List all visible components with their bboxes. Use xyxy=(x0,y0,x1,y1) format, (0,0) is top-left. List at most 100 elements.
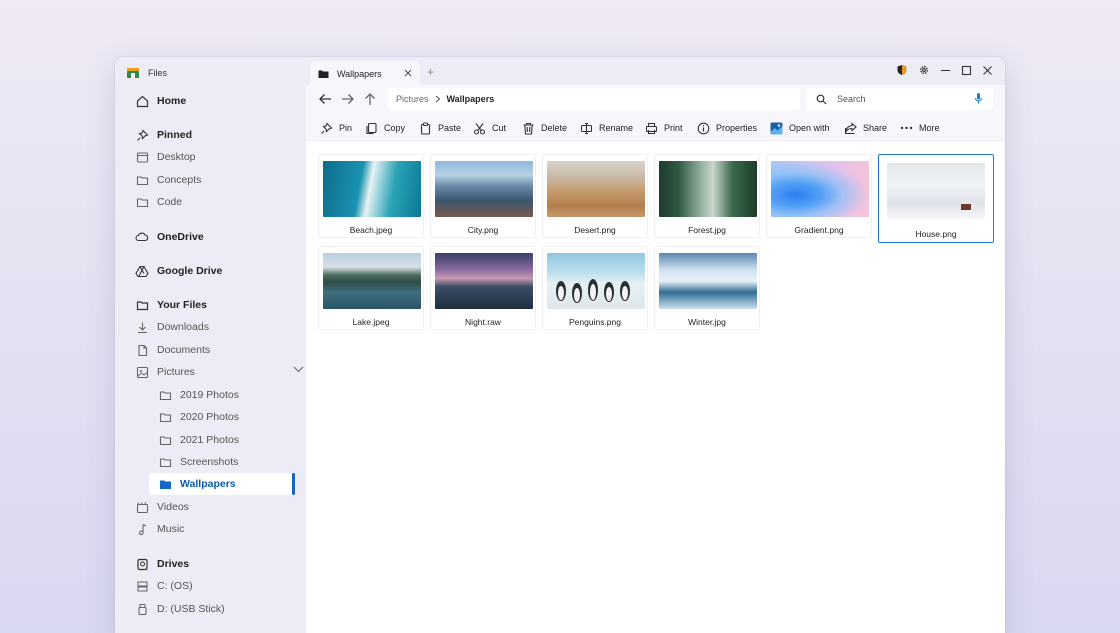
cut-button[interactable]: Cut xyxy=(472,119,506,137)
pin-icon xyxy=(319,121,333,135)
sidebar-item-2019-photos[interactable]: 2019 Photos xyxy=(158,385,239,405)
file-tile-desert[interactable]: Desert.png xyxy=(542,154,648,238)
paste-label: Paste xyxy=(438,123,462,133)
sidebar-item-label: Screenshots xyxy=(180,456,239,468)
delete-button[interactable]: Delete xyxy=(521,119,567,137)
thumbnail-image xyxy=(435,161,533,217)
search-placeholder: Search xyxy=(837,94,866,104)
file-name: Lake.jpeg xyxy=(352,317,390,327)
gear-icon[interactable] xyxy=(917,63,931,77)
sidebar-item-label: OneDrive xyxy=(157,231,204,243)
file-tile-lake[interactable]: Lake.jpeg xyxy=(318,246,424,330)
chevron-down-icon[interactable] xyxy=(293,366,304,373)
folder-icon xyxy=(158,410,172,424)
sidebar-item-home[interactable]: Home xyxy=(135,91,186,111)
sidebar-item-label: Pictures xyxy=(157,366,195,378)
maximize-icon[interactable] xyxy=(959,63,973,77)
video-icon xyxy=(135,500,149,514)
sidebar-item-label: Home xyxy=(157,95,187,107)
open-with-label: Open with xyxy=(789,123,830,133)
printer-icon xyxy=(644,121,658,135)
properties-button[interactable]: Properties xyxy=(696,119,757,137)
share-label: Share xyxy=(863,123,888,133)
shield-icon[interactable] xyxy=(895,63,909,77)
minimize-icon[interactable] xyxy=(938,63,952,77)
sidebar-item-label: Music xyxy=(157,523,185,535)
sidebar-item-videos[interactable]: Videos xyxy=(135,497,189,517)
sidebar-item-label: Drives xyxy=(157,558,190,570)
copy-button[interactable]: Copy xyxy=(364,119,405,137)
picture-icon xyxy=(135,365,149,379)
rename-label: Rename xyxy=(599,123,634,133)
sidebar-item-google-drive[interactable]: Google Drive xyxy=(135,261,222,281)
sidebar-item-label: Code xyxy=(157,196,183,208)
document-icon xyxy=(135,343,149,357)
music-icon xyxy=(135,522,149,536)
pin-icon xyxy=(135,128,149,142)
microphone-icon[interactable] xyxy=(974,92,983,105)
folder-icon xyxy=(135,173,149,187)
sidebar-item-concepts[interactable]: Concepts xyxy=(135,170,201,190)
share-button[interactable]: Share xyxy=(843,119,887,137)
sidebar-item-onedrive[interactable]: OneDrive xyxy=(135,227,204,247)
forward-arrow-icon[interactable] xyxy=(340,91,356,107)
sidebar-item-drives[interactable]: Drives xyxy=(135,554,189,574)
sidebar-item-music[interactable]: Music xyxy=(135,519,184,539)
sidebar-item-screenshots[interactable]: Screenshots xyxy=(158,452,238,472)
folder-icon xyxy=(158,433,172,447)
breadcrumb-pictures[interactable]: Pictures xyxy=(396,94,429,104)
breadcrumb-wallpapers[interactable]: Wallpapers xyxy=(447,94,495,104)
usb-icon xyxy=(135,602,149,616)
tab-label: Wallpapers xyxy=(337,69,382,79)
tab-wallpapers[interactable]: Wallpapers xyxy=(310,61,420,87)
file-name: Penguins.png xyxy=(569,317,621,327)
file-tile-house[interactable]: House.png xyxy=(878,154,994,243)
sidebar-item-code[interactable]: Code xyxy=(135,192,182,212)
file-tile-forest[interactable]: Forest.jpg xyxy=(654,154,760,238)
file-tile-night[interactable]: Night.raw xyxy=(430,246,536,330)
sidebar-item-pinned[interactable]: Pinned xyxy=(135,125,192,145)
sidebar-item-2020-photos[interactable]: 2020 Photos xyxy=(158,407,239,427)
more-button[interactable]: More xyxy=(899,119,940,137)
sidebar-item-pictures[interactable]: Pictures xyxy=(135,362,304,382)
sidebar-item-label: D: (USB Stick) xyxy=(157,603,225,615)
breadcrumb[interactable]: Pictures Wallpapers xyxy=(387,88,800,110)
file-tile-penguins[interactable]: Penguins.png xyxy=(542,246,648,330)
search-input[interactable]: Search xyxy=(806,88,993,110)
sidebar-item-documents[interactable]: Documents xyxy=(135,340,210,360)
photos-app-icon xyxy=(769,121,783,135)
paste-button[interactable]: Paste xyxy=(418,119,461,137)
up-arrow-icon[interactable] xyxy=(362,91,378,107)
tab-strip: Wallpapers + xyxy=(306,57,1005,87)
sidebar-item-label: 2019 Photos xyxy=(180,389,239,401)
print-button[interactable]: Print xyxy=(644,119,683,137)
sidebar-item-2021-photos[interactable]: 2021 Photos xyxy=(158,430,239,450)
folder-icon xyxy=(135,298,149,312)
chevron-right-icon xyxy=(435,95,441,103)
hard-drive-icon xyxy=(135,579,149,593)
selection-indicator xyxy=(292,473,295,495)
sidebar-item-d-drive[interactable]: D: (USB Stick) xyxy=(135,599,225,619)
download-icon xyxy=(135,320,149,334)
rename-button[interactable]: Rename xyxy=(579,119,633,137)
open-with-button[interactable]: Open with xyxy=(769,119,830,137)
app-logo-icon xyxy=(127,68,139,78)
sidebar-item-your-files[interactable]: Your Files xyxy=(135,295,207,315)
pin-button[interactable]: Pin xyxy=(319,119,352,137)
file-tile-beach[interactable]: Beach.jpeg xyxy=(318,154,424,238)
thumbnail-image xyxy=(887,163,985,219)
file-tile-winter[interactable]: Winter.jpg xyxy=(654,246,760,330)
back-arrow-icon[interactable] xyxy=(317,91,333,107)
trash-icon xyxy=(521,121,535,135)
sidebar-item-wallpapers[interactable]: Wallpapers xyxy=(149,473,295,495)
close-window-icon[interactable] xyxy=(980,63,994,77)
rename-icon xyxy=(579,121,593,135)
sidebar-item-c-drive[interactable]: C: (OS) xyxy=(135,576,193,596)
sidebar-item-desktop[interactable]: Desktop xyxy=(135,147,196,167)
file-tile-gradient[interactable]: Gradient.png xyxy=(766,154,872,238)
copy-label: Copy xyxy=(384,123,406,133)
new-tab-button[interactable]: + xyxy=(427,65,434,79)
file-tile-city[interactable]: City.png xyxy=(430,154,536,238)
sidebar-item-downloads[interactable]: Downloads xyxy=(135,317,209,337)
close-icon[interactable] xyxy=(404,69,412,77)
